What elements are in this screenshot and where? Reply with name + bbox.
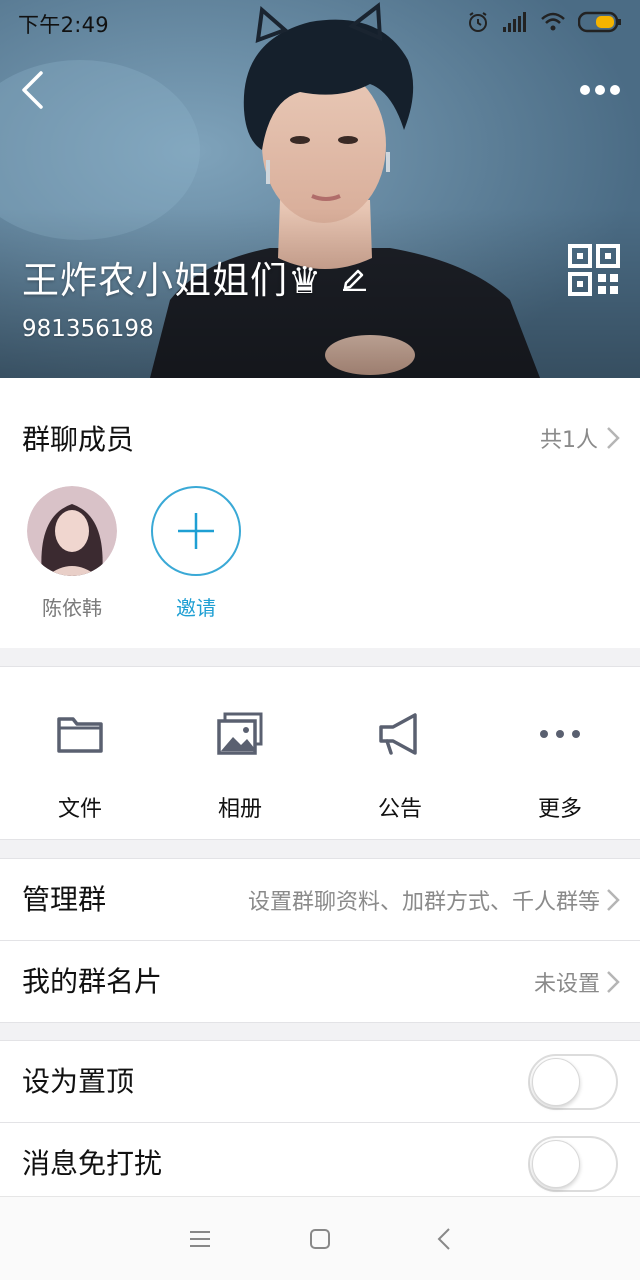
function-grid: 文件 相册 公告 更多 [0, 666, 640, 840]
group-id: 981356198 [22, 316, 154, 342]
wifi-icon [541, 12, 565, 31]
more-options-button[interactable] [574, 70, 626, 110]
members-count-link[interactable]: 共1人 [540, 422, 620, 454]
plus-icon [178, 513, 214, 549]
pin-top-toggle[interactable] [528, 1054, 618, 1110]
nav-back-button[interactable] [424, 1219, 464, 1259]
menu-icon [190, 1231, 210, 1247]
album-label: 相册 [217, 797, 262, 822]
mute-title: 消息免打扰 [22, 1147, 163, 1180]
album-button[interactable]: 相册 [160, 667, 320, 841]
alarm-icon [469, 12, 487, 32]
manage-section: 管理群 设置群聊资料、加群方式、千人群等 我的群名片 未设置 [0, 858, 640, 1023]
folder-icon [57, 717, 103, 753]
avatar [27, 486, 117, 576]
group-card-value: 未设置 [533, 972, 600, 997]
back-button[interactable] [10, 66, 54, 114]
nav-home-button[interactable] [300, 1219, 340, 1259]
announcement-label: 公告 [377, 797, 422, 822]
group-card-row[interactable]: 我的群名片 未设置 [0, 941, 640, 1023]
members-title: 群聊成员 [22, 423, 135, 456]
pin-top-title: 设为置顶 [22, 1065, 135, 1098]
more-functions-button[interactable]: 更多 [480, 667, 640, 841]
qr-code-icon[interactable] [568, 244, 620, 296]
edit-icon[interactable] [340, 263, 368, 291]
announcement-button[interactable]: 公告 [320, 667, 480, 841]
toggle-section: 设为置顶 消息免打扰 [0, 1040, 640, 1205]
group-header: 下午2:49 王炸农小姐姐们♛ 981356198 [0, 0, 640, 378]
back-chevron-icon [437, 1228, 450, 1250]
files-button[interactable]: 文件 [0, 667, 160, 841]
more-functions-label: 更多 [537, 797, 582, 822]
group-card-title: 我的群名片 [22, 965, 163, 998]
back-icon [22, 71, 43, 109]
manage-group-row[interactable]: 管理群 设置群聊资料、加群方式、千人群等 [0, 859, 640, 941]
status-bar: 下午2:49 [0, 0, 640, 44]
home-square-icon [310, 1229, 330, 1249]
chevron-right-icon [607, 427, 620, 449]
signal-icon [503, 12, 526, 32]
pin-top-row: 设为置顶 [0, 1041, 640, 1123]
invite-button[interactable]: 邀请 [150, 486, 242, 621]
manage-group-title: 管理群 [22, 883, 107, 916]
chevron-right-icon [607, 971, 620, 993]
album-icon [217, 712, 263, 755]
files-label: 文件 [57, 797, 102, 822]
nav-menu-button[interactable] [180, 1219, 220, 1259]
more-icon [580, 85, 620, 95]
more-dots-icon [540, 730, 580, 738]
members-section: 群聊成员 共1人 陈依韩 邀请 [0, 378, 640, 648]
battery-icon [578, 11, 621, 33]
member-item[interactable]: 陈依韩 [26, 486, 118, 621]
mute-toggle[interactable] [528, 1136, 618, 1192]
members-count: 共1人 [540, 428, 598, 453]
member-name: 陈依韩 [42, 596, 102, 620]
megaphone-icon [379, 713, 417, 755]
system-nav-bar [0, 1196, 640, 1280]
manage-group-value: 设置群聊资料、加群方式、千人群等 [247, 890, 600, 915]
invite-label: 邀请 [176, 596, 216, 620]
mute-row: 消息免打扰 [0, 1123, 640, 1205]
status-time: 下午2:49 [18, 13, 109, 37]
group-name: 王炸农小姐姐们♛ [22, 259, 323, 302]
chevron-right-icon [607, 889, 620, 911]
